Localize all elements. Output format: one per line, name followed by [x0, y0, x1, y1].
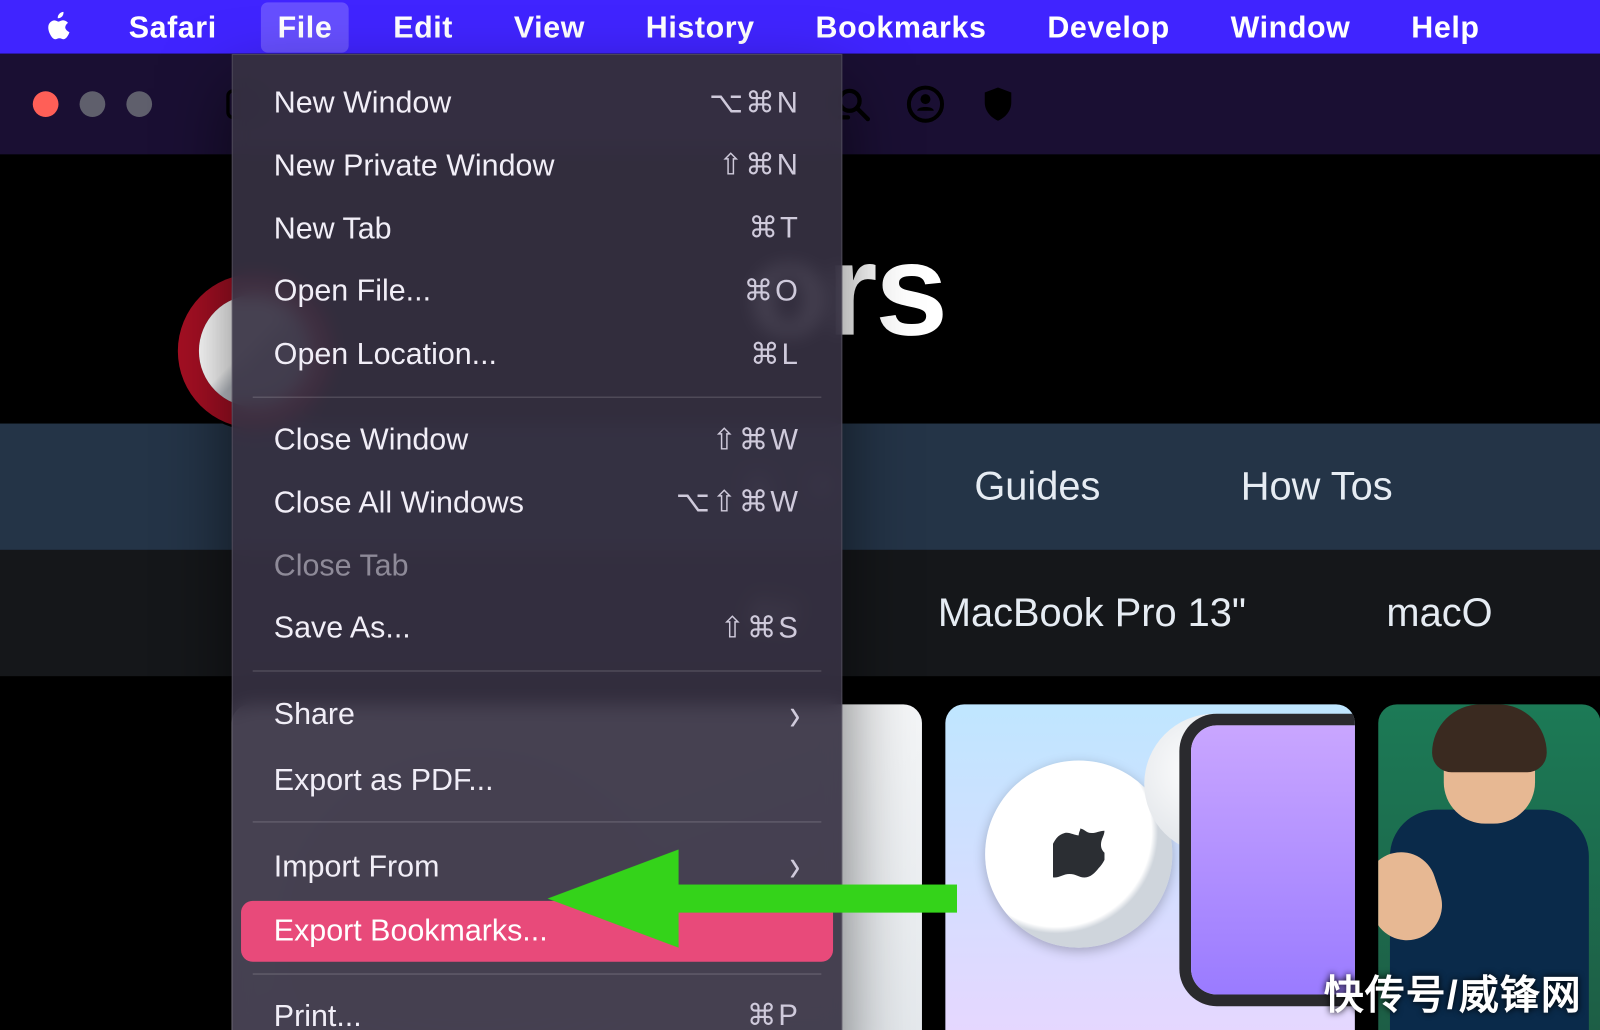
menu-item-label: New Window: [274, 83, 452, 123]
menu-edit[interactable]: Edit: [377, 2, 470, 52]
menu-item-label: Close Window: [274, 420, 468, 460]
menu-app-name[interactable]: Safari: [112, 2, 233, 52]
menu-separator: [253, 397, 822, 398]
menu-item-label: Close Tab: [274, 546, 409, 586]
menu-item-shortcut: ⇧⌘W: [712, 421, 800, 459]
menu-history[interactable]: History: [629, 2, 771, 52]
menu-window[interactable]: Window: [1214, 2, 1367, 52]
menu-item-open-location[interactable]: Open Location... ⌘L: [241, 324, 833, 385]
menu-item-new-window[interactable]: New Window ⌥⌘N: [241, 73, 833, 134]
menu-item-shortcut: ⌥⌘N: [709, 84, 800, 122]
menu-bookmarks[interactable]: Bookmarks: [799, 2, 1003, 52]
menu-item-label: New Tab: [274, 209, 392, 249]
menu-file[interactable]: File: [261, 2, 349, 52]
article-card[interactable]: [945, 704, 1355, 1030]
close-window-icon[interactable]: [33, 91, 59, 117]
menu-item-shortcut: ⇧⌘S: [720, 610, 800, 648]
menu-item-label: Export as PDF...: [274, 760, 494, 800]
menu-item-label: New Private Window: [274, 146, 555, 186]
menu-item-print[interactable]: Print... ⌘P: [241, 986, 833, 1030]
nav-guides[interactable]: Guides: [974, 464, 1100, 510]
menu-separator: [253, 822, 822, 823]
source-watermark: 快传号/威锋网: [1324, 963, 1582, 1020]
menu-help[interactable]: Help: [1395, 2, 1496, 52]
menu-item-label: Import From: [274, 847, 440, 887]
macos-menubar: Safari File Edit View History Bookmarks …: [0, 0, 1600, 54]
shield-icon[interactable]: [978, 84, 1018, 124]
menu-separator: [253, 671, 822, 672]
menu-item-new-private-window[interactable]: New Private Window ⇧⌘N: [241, 135, 833, 196]
menu-item-close-window[interactable]: Close Window ⇧⌘W: [241, 409, 833, 470]
minimize-window-icon[interactable]: [80, 91, 106, 117]
menu-separator: [253, 973, 822, 974]
menu-item-label: Print...: [274, 996, 362, 1030]
nav-macos-partial[interactable]: macO: [1386, 590, 1492, 636]
menu-develop[interactable]: Develop: [1031, 2, 1186, 52]
menu-item-shortcut: ⌘T: [748, 210, 800, 248]
menu-item-new-tab[interactable]: New Tab ⌘T: [241, 198, 833, 259]
menu-item-export-bookmarks[interactable]: Export Bookmarks...: [241, 901, 833, 962]
menu-item-label: Open Location...: [274, 335, 497, 375]
menu-item-label: Share: [274, 696, 355, 736]
menu-view[interactable]: View: [497, 2, 601, 52]
menu-item-open-file[interactable]: Open File... ⌘O: [241, 261, 833, 322]
fullscreen-window-icon[interactable]: [126, 91, 152, 117]
menu-item-label: Export Bookmarks...: [274, 911, 548, 951]
ipad-illustration: [1191, 725, 1355, 994]
menu-item-label: Save As...: [274, 609, 411, 649]
menu-item-shortcut: ⌘O: [744, 273, 801, 311]
safari-window: ors s ▼ Guides How Tos Air MacBook Pro 1…: [0, 54, 1600, 1030]
menu-item-shortcut: ⌘P: [747, 997, 800, 1030]
menu-item-close-tab: Close Tab: [241, 535, 833, 596]
menu-item-close-all-windows[interactable]: Close All Windows ⌥⇧⌘W: [241, 472, 833, 533]
chevron-right-icon: ›: [789, 685, 800, 745]
profile-icon[interactable]: [906, 84, 946, 124]
menu-item-export-as-pdf[interactable]: Export as PDF...: [241, 749, 833, 810]
window-traffic-lights[interactable]: [33, 91, 152, 117]
menu-item-label: Close All Windows: [274, 483, 524, 523]
menu-item-shortcut: ⌥⇧⌘W: [676, 484, 800, 522]
menu-item-label: Open File...: [274, 272, 431, 312]
apple-logo-icon: [44, 12, 74, 42]
nav-macbookpro13[interactable]: MacBook Pro 13": [938, 590, 1246, 636]
menu-item-shortcut: ⇧⌘N: [718, 147, 800, 185]
menu-item-share[interactable]: Share ›: [241, 683, 833, 747]
chevron-right-icon: ›: [789, 837, 800, 897]
menu-item-shortcut: ⌘L: [750, 336, 800, 374]
nav-howtos[interactable]: How Tos: [1241, 464, 1393, 510]
menu-item-import-from[interactable]: Import From ›: [241, 835, 833, 899]
menu-item-save-as[interactable]: Save As... ⇧⌘S: [241, 598, 833, 659]
file-menu-dropdown: New Window ⌥⌘N New Private Window ⇧⌘N New Ta…: [232, 54, 843, 1030]
